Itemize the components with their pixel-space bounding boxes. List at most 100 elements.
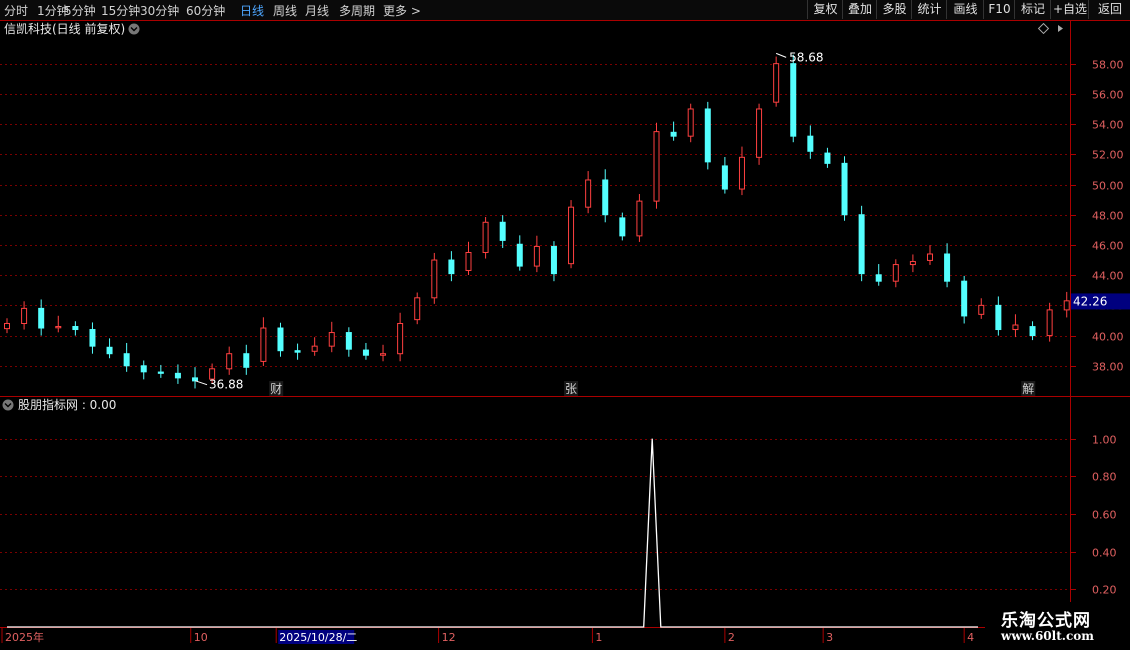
main-ytick-label-9: 56.00 bbox=[1092, 89, 1124, 102]
period-7[interactable]: 周线 bbox=[273, 2, 297, 19]
candle-body-19 bbox=[328, 332, 335, 347]
candle-body-16 bbox=[277, 327, 284, 352]
indicator-title-chevron-down-circle-icon[interactable] bbox=[2, 399, 14, 411]
main-ytick-label-5: 48.00 bbox=[1092, 210, 1124, 223]
period-9[interactable]: 多周期 bbox=[339, 2, 375, 19]
low-leader-line bbox=[194, 380, 208, 386]
event-marker-0: 财 bbox=[270, 382, 282, 396]
candle-body-42 bbox=[721, 165, 728, 190]
indicator-panel-title: 股朋指标网 : 0.00 bbox=[18, 397, 116, 412]
period-3[interactable]: 15分钟 bbox=[101, 2, 140, 19]
candle-body-34 bbox=[585, 179, 592, 208]
candle-body-48 bbox=[824, 152, 831, 164]
candle-body-55 bbox=[944, 253, 951, 282]
period-10[interactable]: 更多 > bbox=[383, 2, 421, 19]
main-title-chevron-down-circle-icon[interactable] bbox=[128, 23, 140, 35]
high-label: 58.68 bbox=[789, 50, 823, 64]
candle-body-43 bbox=[738, 156, 745, 190]
candle-body-21 bbox=[362, 349, 369, 356]
candle-body-38 bbox=[653, 131, 660, 202]
toolbar-button-6[interactable]: 标记 bbox=[1014, 0, 1051, 19]
toolbar-button-0[interactable]: 复权 bbox=[807, 0, 843, 19]
toolbar-button-2[interactable]: 多股 bbox=[876, 0, 912, 19]
candle-body-15 bbox=[260, 327, 267, 362]
event-marker-1: 张 bbox=[565, 382, 577, 396]
period-2[interactable]: 5分钟 bbox=[64, 2, 96, 19]
candle-body-59 bbox=[1012, 324, 1019, 331]
current-price-label: 42.26 bbox=[1073, 294, 1107, 308]
candle-body-22 bbox=[380, 353, 387, 356]
candle-body-60 bbox=[1029, 326, 1036, 337]
main-ytick-label-0: 38.00 bbox=[1092, 361, 1124, 374]
candle-body-10 bbox=[174, 372, 181, 379]
candle-body-1 bbox=[21, 307, 28, 324]
candle-body-4 bbox=[72, 326, 79, 331]
time-label-4: 1 bbox=[595, 631, 602, 644]
candle-body-50 bbox=[858, 214, 865, 275]
indicator-ytick-label-0: 0.20 bbox=[1092, 584, 1117, 597]
candle-body-39 bbox=[670, 131, 677, 137]
candle-body-54 bbox=[926, 253, 933, 261]
indicator-line bbox=[7, 438, 978, 628]
candle-body-2 bbox=[38, 307, 45, 329]
toolbar-button-4[interactable]: 画线 bbox=[946, 0, 984, 19]
time-label-5: 2 bbox=[728, 631, 735, 644]
candle-body-6 bbox=[106, 346, 113, 355]
toolbar-button-7[interactable]: +自选 bbox=[1050, 0, 1089, 19]
period-5[interactable]: 60分钟 bbox=[186, 2, 225, 19]
candle-body-7 bbox=[123, 353, 130, 367]
candle-body-46 bbox=[790, 63, 797, 137]
candle-body-31 bbox=[533, 245, 540, 267]
candle-body-11 bbox=[192, 377, 199, 382]
toolbar-button-5[interactable]: F10 bbox=[983, 0, 1015, 19]
candle-body-24 bbox=[414, 297, 421, 321]
candle-body-18 bbox=[311, 345, 318, 352]
candle-body-27 bbox=[465, 251, 472, 271]
indicator-ytick-label-1: 0.40 bbox=[1092, 547, 1117, 560]
candle-body-33 bbox=[568, 206, 575, 265]
period-4[interactable]: 30分钟 bbox=[140, 2, 179, 19]
candle-body-35 bbox=[602, 179, 609, 216]
low-label: 36.88 bbox=[209, 378, 243, 392]
toolbar-button-3[interactable]: 统计 bbox=[911, 0, 947, 19]
candle-body-25 bbox=[431, 259, 438, 299]
watermark-url: www.60lt.com bbox=[1001, 629, 1094, 643]
candle-body-0 bbox=[4, 322, 10, 330]
candle-body-17 bbox=[294, 350, 301, 353]
diamond-icon[interactable] bbox=[1037, 22, 1050, 35]
candle-body-3 bbox=[55, 326, 62, 329]
time-label-2: 2025/10/28/二 bbox=[279, 631, 357, 644]
candle-body-51 bbox=[875, 274, 882, 282]
toolbar-button-1[interactable]: 叠加 bbox=[842, 0, 877, 19]
candle-body-37 bbox=[636, 200, 643, 237]
toolbar-button-8[interactable]: 返回 bbox=[1088, 0, 1130, 19]
time-label-7: 4 bbox=[967, 631, 974, 644]
main-ytick-label-6: 50.00 bbox=[1092, 180, 1124, 193]
main-ytick-label-10: 58.00 bbox=[1092, 59, 1124, 72]
candle-body-47 bbox=[807, 135, 814, 152]
expand-arrow-icon[interactable] bbox=[1058, 25, 1063, 32]
candle-body-36 bbox=[619, 217, 626, 237]
main-ytick-label-3: 44.00 bbox=[1092, 270, 1124, 283]
candle-body-8 bbox=[140, 365, 147, 373]
watermark: 乐淘公式网 www.60lt.com bbox=[985, 602, 1130, 650]
time-label-6: 3 bbox=[826, 631, 833, 644]
candle-body-49 bbox=[841, 162, 848, 216]
candle-body-61 bbox=[1046, 309, 1053, 337]
candle-body-14 bbox=[243, 353, 250, 368]
period-8[interactable]: 月线 bbox=[305, 2, 329, 19]
candle-body-28 bbox=[482, 221, 489, 253]
candle-body-40 bbox=[687, 108, 694, 137]
candle-body-57 bbox=[978, 304, 985, 315]
chart-area: 38.0040.0042.0044.0046.0048.0050.0052.00… bbox=[0, 20, 1130, 650]
period-0[interactable]: 分时 bbox=[4, 2, 28, 19]
candle-body-30 bbox=[516, 243, 523, 267]
candle-body-5 bbox=[89, 329, 96, 347]
candle-body-44 bbox=[756, 108, 763, 158]
candle-body-52 bbox=[892, 264, 899, 282]
candle-body-9 bbox=[157, 371, 164, 374]
period-6[interactable]: 日线 bbox=[240, 2, 264, 19]
candle-body-26 bbox=[448, 259, 455, 275]
candle-body-41 bbox=[704, 108, 711, 163]
watermark-title: 乐淘公式网 bbox=[1001, 611, 1091, 631]
